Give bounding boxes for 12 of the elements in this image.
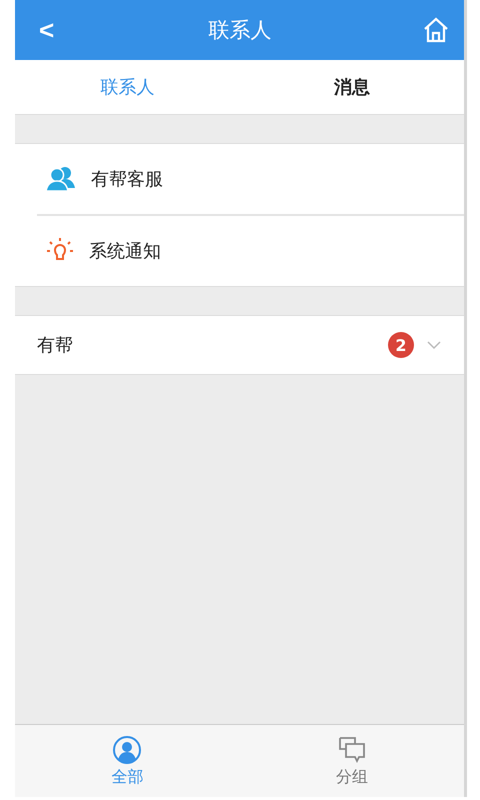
home-icon[interactable] xyxy=(422,16,450,44)
page-title: 联系人 xyxy=(208,17,272,44)
nav-item[interactable]: 分组 xyxy=(240,725,464,797)
chat-icon xyxy=(336,734,367,764)
group-name: 有帮 xyxy=(37,334,74,357)
chevron-icon[interactable] xyxy=(426,340,442,350)
count-badge: 2 xyxy=(388,332,414,358)
person-icon xyxy=(112,734,142,764)
contact-label[interactable]: 有帮客服 xyxy=(91,167,163,191)
group-row[interactable]: 有帮 2 xyxy=(15,315,464,375)
people-icon xyxy=(45,166,77,192)
contact-label[interactable]: 系统通知 xyxy=(89,239,161,263)
